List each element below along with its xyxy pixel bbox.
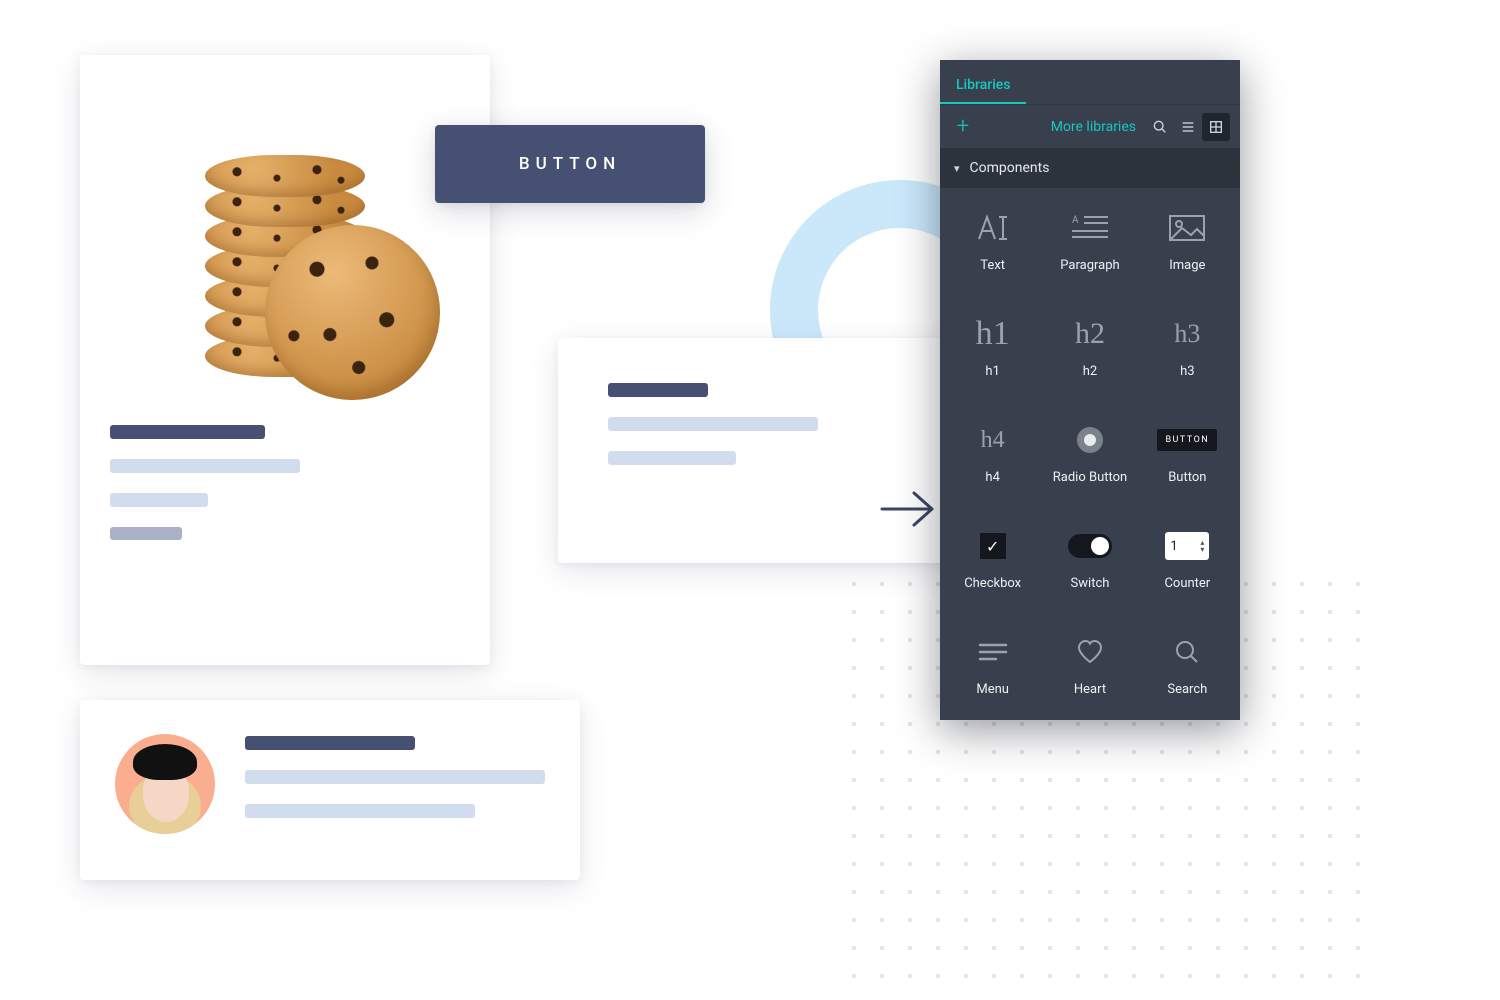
component-menu[interactable]: Menu [946, 632, 1039, 710]
component-h2[interactable]: h2 h2 [1043, 314, 1136, 392]
product-image [125, 95, 445, 395]
list-view-icon[interactable] [1174, 113, 1202, 141]
text-icon [976, 208, 1010, 248]
checkbox-icon: ✓ [980, 526, 1006, 566]
radio-icon [1077, 420, 1103, 460]
component-switch[interactable]: Switch [1043, 526, 1136, 604]
component-label: Switch [1071, 576, 1110, 591]
components-grid: Text A Paragraph [940, 188, 1240, 720]
component-label: Counter [1164, 576, 1210, 591]
component-label: h3 [1180, 364, 1194, 379]
component-label: Button [1168, 470, 1206, 485]
component-label: h1 [985, 364, 999, 379]
component-label: Checkbox [964, 576, 1021, 591]
panel-tabs: Libraries [940, 60, 1240, 104]
add-library-button[interactable]: + [950, 114, 976, 139]
component-label: Text [980, 258, 1005, 273]
component-label: Image [1169, 258, 1205, 273]
component-label: Paragraph [1060, 258, 1119, 273]
section-label: Components [970, 160, 1050, 176]
avatar [115, 734, 215, 834]
counter-icon: 1▴▾ [1165, 526, 1209, 566]
detail-text-placeholder [608, 451, 736, 465]
profile-name-placeholder [245, 736, 415, 750]
h2-icon: h2 [1075, 314, 1105, 354]
menu-icon [978, 632, 1008, 672]
product-title-placeholder [110, 425, 265, 439]
button-component-preview[interactable]: BUTTON [435, 125, 705, 203]
panel-toolbar: + More libraries [940, 104, 1240, 148]
paragraph-icon: A [1070, 208, 1110, 248]
profile-text-placeholder [245, 804, 475, 818]
component-label: h2 [1083, 364, 1097, 379]
component-text[interactable]: Text [946, 208, 1039, 286]
h3-icon: h3 [1174, 314, 1200, 354]
component-radio-button[interactable]: Radio Button [1043, 420, 1136, 498]
h1-icon: h1 [976, 314, 1010, 354]
component-h3[interactable]: h3 h3 [1141, 314, 1234, 392]
image-icon [1167, 208, 1207, 248]
component-checkbox[interactable]: ✓ Checkbox [946, 526, 1039, 604]
component-search[interactable]: Search [1141, 632, 1234, 710]
profile-card [80, 700, 580, 880]
component-h4[interactable]: h4 h4 [946, 420, 1039, 498]
more-libraries-link[interactable]: More libraries [1051, 119, 1136, 135]
product-text-placeholder [110, 493, 208, 507]
component-heart[interactable]: Heart [1043, 632, 1136, 710]
svg-text:A: A [1072, 215, 1079, 226]
component-image[interactable]: Image [1141, 208, 1234, 286]
component-label: Search [1167, 682, 1207, 697]
search-icon[interactable] [1146, 113, 1174, 141]
component-label: Radio Button [1053, 470, 1127, 485]
chevron-down-icon: ▾ [954, 162, 960, 175]
arrow-right-icon [878, 485, 938, 533]
detail-text-placeholder [608, 417, 818, 431]
component-label: Heart [1074, 682, 1106, 697]
profile-text-placeholder [245, 770, 545, 784]
h4-icon: h4 [981, 420, 1005, 460]
product-tag-placeholder [110, 527, 182, 540]
components-section-header[interactable]: ▾ Components [940, 148, 1240, 188]
component-paragraph[interactable]: A Paragraph [1043, 208, 1136, 286]
button-label: BUTTON [519, 154, 621, 174]
component-button[interactable]: BUTTON Button [1141, 420, 1234, 498]
product-card [80, 55, 490, 665]
libraries-panel: Libraries + More libraries ▾ Components [940, 60, 1240, 720]
component-h1[interactable]: h1 h1 [946, 314, 1039, 392]
button-icon: BUTTON [1157, 420, 1217, 460]
heart-icon [1076, 632, 1104, 672]
grid-view-icon[interactable] [1202, 113, 1230, 141]
component-label: Menu [976, 682, 1009, 697]
component-label: h4 [985, 470, 999, 485]
detail-title-placeholder [608, 383, 708, 397]
switch-icon [1068, 526, 1112, 566]
product-text-placeholder [110, 459, 300, 473]
search-icon [1174, 632, 1200, 672]
tab-libraries[interactable]: Libraries [940, 65, 1026, 104]
component-counter[interactable]: 1▴▾ Counter [1141, 526, 1234, 604]
